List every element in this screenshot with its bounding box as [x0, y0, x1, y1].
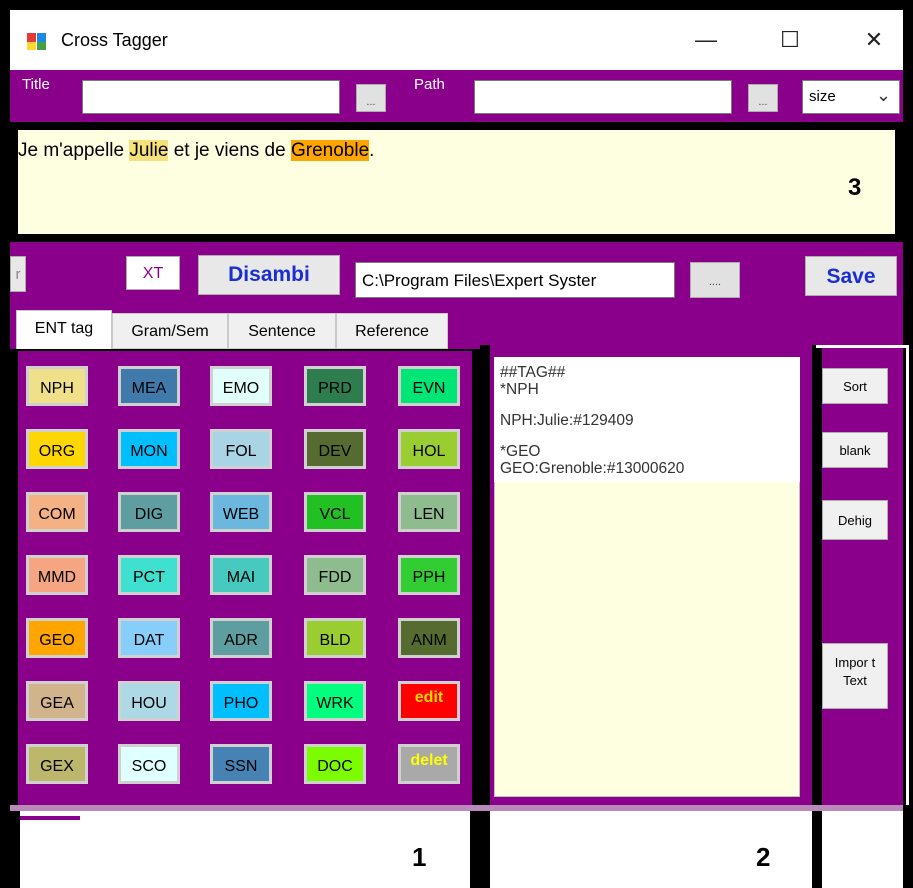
tag-button-wrk[interactable]: WRK — [304, 681, 366, 721]
tag-button-vcl[interactable]: VCL — [304, 492, 366, 532]
tag-button-hol[interactable]: HOL — [398, 429, 460, 469]
tag-button-bld[interactable]: BLD — [304, 618, 366, 658]
tag-button-prd[interactable]: PRD — [304, 366, 366, 406]
sentence-text: Je m'appelle Julie et je viens de Grenob… — [18, 140, 374, 162]
maximize-button[interactable]: ☐ — [762, 20, 818, 60]
tag-button-emo[interactable]: EMO — [210, 366, 272, 406]
sentence-part: . — [369, 140, 375, 161]
highlighted-entity-grenoble[interactable]: Grenoble — [290, 140, 370, 161]
title-browse-button[interactable]: ... — [356, 84, 386, 112]
tag-button-pho[interactable]: PHO — [210, 681, 272, 721]
sort-button[interactable]: Sort — [822, 368, 888, 404]
tag-button-sco[interactable]: SCO — [118, 744, 180, 784]
chevron-down-icon: ⌄ — [875, 85, 891, 105]
tag-button-hou[interactable]: HOU — [118, 681, 180, 721]
path-browse-button[interactable]: ... — [748, 84, 778, 112]
divider-line — [470, 811, 480, 888]
tag-button-com[interactable]: COM — [26, 492, 88, 532]
divider-line — [10, 811, 20, 888]
path-input[interactable] — [474, 80, 732, 114]
tag-button-nph[interactable]: NPH — [26, 366, 88, 406]
tag-button-dat[interactable]: DAT — [118, 618, 180, 658]
tag-button-gex[interactable]: GEX — [26, 744, 88, 784]
divider-line — [812, 811, 822, 888]
tag-button-pph[interactable]: PPH — [398, 555, 460, 595]
sentence-part: et je viens de — [168, 140, 291, 161]
xt-button[interactable]: XT — [126, 256, 180, 290]
path-label: Path — [414, 76, 445, 93]
tag-button-ssn[interactable]: SSN — [210, 744, 272, 784]
tag-button-anm[interactable]: ANM — [398, 618, 460, 658]
tag-button-gea[interactable]: GEA — [26, 681, 88, 721]
partial-button[interactable]: r — [10, 256, 26, 292]
highlighted-entity-julie[interactable]: Julie — [129, 140, 169, 161]
output-line: *NPH — [500, 381, 539, 398]
side-panel-border — [816, 345, 909, 805]
zone-number-2: 2 — [756, 842, 771, 872]
blank-button[interactable]: blank — [822, 432, 888, 468]
program-path-browse-button[interactable]: .... — [690, 262, 740, 298]
zone-number-1: 1 — [412, 842, 427, 872]
tab-reference[interactable]: Reference — [336, 313, 448, 349]
tab-sentence[interactable]: Sentence — [228, 313, 336, 349]
tab-gram-sem[interactable]: Gram/Sem — [112, 313, 228, 349]
tab-ent-tag[interactable]: ENT tag — [16, 310, 112, 349]
window-title: Cross Tagger — [61, 30, 168, 50]
tag-button-delet[interactable]: delet — [398, 744, 460, 784]
scrollbar-hint — [10, 816, 80, 820]
divider-line — [480, 811, 490, 888]
output-line: GEO:Grenoble:#13000620 — [500, 460, 685, 477]
tag-button-evn[interactable]: EVN — [398, 366, 460, 406]
output-line: NPH:Julie:#129409 — [500, 412, 634, 429]
tag-button-org[interactable]: ORG — [26, 429, 88, 469]
dehig-button[interactable]: Dehig — [822, 500, 888, 540]
tag-button-dig[interactable]: DIG — [118, 492, 180, 532]
save-button[interactable]: Save — [805, 256, 897, 296]
tag-button-edit[interactable]: edit — [398, 681, 460, 721]
app-icon — [26, 30, 48, 52]
tag-button-mai[interactable]: MAI — [210, 555, 272, 595]
tag-button-len[interactable]: LEN — [398, 492, 460, 532]
zone-number-3: 3 — [848, 174, 862, 201]
tag-button-fdd[interactable]: FDD — [304, 555, 366, 595]
tag-button-web[interactable]: WEB — [210, 492, 272, 532]
tag-button-mmd[interactable]: MMD — [26, 555, 88, 595]
tag-button-fol[interactable]: FOL — [210, 429, 272, 469]
tag-button-adr[interactable]: ADR — [210, 618, 272, 658]
minimize-button[interactable]: — — [678, 20, 734, 60]
tag-button-mon[interactable]: MON — [118, 429, 180, 469]
title-input[interactable] — [82, 80, 340, 114]
output-line: *GEO — [500, 443, 541, 460]
program-path-field[interactable]: C:\Program Files\Expert Syster — [355, 262, 675, 298]
size-select-value: size — [809, 88, 836, 105]
tag-button-geo[interactable]: GEO — [26, 618, 88, 658]
tag-button-doc[interactable]: DOC — [304, 744, 366, 784]
title-label: Title — [22, 76, 50, 93]
disambi-button[interactable]: Disambi — [198, 255, 340, 295]
import-text-button[interactable]: Impor t Text — [822, 643, 888, 709]
output-line: ##TAG## — [500, 364, 566, 381]
tag-button-pct[interactable]: PCT — [118, 555, 180, 595]
tag-button-mea[interactable]: MEA — [118, 366, 180, 406]
sentence-part: Je m'appelle — [18, 140, 130, 161]
close-button[interactable]: ✕ — [846, 20, 902, 60]
size-select[interactable]: size ⌄ — [802, 80, 900, 114]
tag-button-dev[interactable]: DEV — [304, 429, 366, 469]
